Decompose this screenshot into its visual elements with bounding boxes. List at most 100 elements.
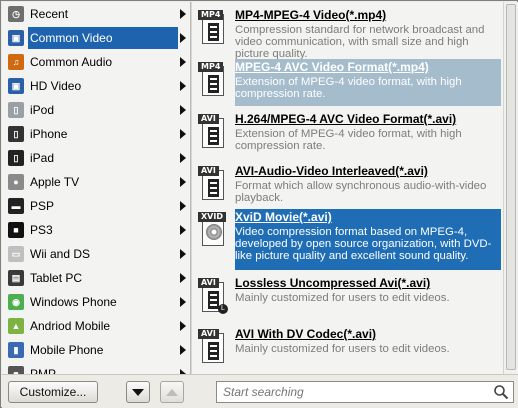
category-label: Wii and DS: [30, 247, 91, 261]
submenu-arrow-icon: [180, 273, 186, 283]
category-label: iPod: [30, 103, 55, 117]
format-title[interactable]: AVI-Audio-Video Interleaved(*.avi): [235, 164, 428, 178]
format-title[interactable]: XviD Movie(*.avi): [235, 210, 332, 224]
customize-button[interactable]: Customize...: [8, 381, 98, 403]
format-tag: AVI: [198, 114, 219, 124]
ipod-icon: ▯: [8, 102, 24, 118]
submenu-arrow-icon: [180, 297, 186, 307]
search-input[interactable]: [223, 384, 483, 400]
category-item[interactable]: ▬ PSP: [4, 195, 188, 217]
format-tag: AVI: [198, 278, 219, 288]
category-item[interactable]: ▣ HD Video: [4, 75, 188, 97]
category-item[interactable]: ▣ Common Video: [4, 27, 188, 49]
category-item[interactable]: ◷ Recent: [4, 3, 188, 25]
category-label: Common Audio: [30, 55, 113, 69]
format-description: Extension of MPEG-4 video format, with h…: [235, 128, 462, 152]
format-description: Video compression format based on MPEG-4…: [235, 226, 492, 262]
arrow-up-icon: [166, 388, 178, 396]
category-item[interactable]: ▲ Andriod Mobile: [4, 315, 188, 337]
format-item[interactable]: AVI L Lossless Uncompressed Avi(*.avi) Main…: [192, 272, 503, 324]
category-item[interactable]: ▭ Wii and DS: [4, 243, 188, 265]
format-title[interactable]: H.264/MPEG-4 AVC Video Format(*.avi): [235, 112, 456, 126]
format-list: MP4 MP4-MPEG-4 Video(*.mp4) Compression st…: [192, 2, 503, 374]
category-item[interactable]: ▯ iPhone: [4, 123, 188, 145]
category-label: iPhone: [30, 127, 68, 141]
category-label: Recent: [30, 7, 69, 21]
video-film-icon: ▣: [8, 30, 24, 46]
windows-phone-icon: ◉: [8, 294, 24, 310]
category-label: Andriod Mobile: [30, 319, 111, 333]
category-label-wrap: PMP: [28, 363, 178, 374]
category-label-wrap: Mobile Phone: [28, 339, 178, 361]
format-description: Mainly customized for users to edit vide…: [235, 292, 450, 304]
android-icon: ▲: [8, 318, 24, 334]
category-label: HD Video: [30, 79, 82, 93]
submenu-arrow-icon: [180, 129, 186, 139]
submenu-arrow-icon: [180, 81, 186, 91]
format-item[interactable]: AVI AVI With DV Codec(*.avi) Mainly custom…: [192, 323, 503, 374]
video-file-icon: MP4: [198, 10, 226, 48]
category-item[interactable]: ♫ Common Audio: [4, 51, 188, 73]
format-item[interactable]: MP4 MPEG-4 AVC Video Format(*.mp4) Extensi…: [192, 56, 503, 108]
category-label: Common Video: [30, 31, 113, 45]
category-label-wrap: PS3: [28, 219, 178, 241]
tablet-icon: ▤: [8, 270, 24, 286]
scrollbar-thumb[interactable]: [506, 4, 516, 370]
psp-icon: ▬: [8, 198, 24, 214]
format-title[interactable]: Lossless Uncompressed Avi(*.avi): [235, 276, 430, 290]
ipad-icon: ▯: [8, 150, 24, 166]
category-label-wrap: iPod: [28, 99, 178, 121]
submenu-arrow-icon: [180, 225, 186, 235]
format-item[interactable]: AVI AVI-Audio-Video Interleaved(*.avi) For…: [192, 160, 503, 212]
move-up-button[interactable]: [160, 381, 184, 403]
category-label: Tablet PC: [30, 271, 83, 285]
ps3-icon: ■: [8, 222, 24, 238]
category-item[interactable]: ▯ iPod: [4, 99, 188, 121]
video-file-icon: AVI: [198, 114, 226, 152]
move-down-button[interactable]: [126, 381, 150, 403]
format-item[interactable]: MP4 MP4-MPEG-4 Video(*.mp4) Compression st…: [192, 4, 503, 60]
category-item[interactable]: ■ PMP: [4, 363, 188, 374]
category-item[interactable]: ◉ Windows Phone: [4, 291, 188, 313]
format-tag: AVI: [198, 166, 219, 176]
category-item[interactable]: ▯ iPad: [4, 147, 188, 169]
category-item[interactable]: ● Apple TV: [4, 171, 188, 193]
category-list: ◷ Recent ▣ Common Video ♫ Common Audio ▣ HD Vid…: [2, 2, 190, 374]
mobile-phone-icon: ▮: [8, 342, 24, 358]
format-description: Compression standard for network broadca…: [235, 24, 485, 60]
category-label-wrap: Andriod Mobile: [28, 315, 178, 337]
video-file-icon: AVI L: [198, 278, 228, 316]
lossless-badge-icon: L: [218, 304, 228, 314]
category-item[interactable]: ■ PS3: [4, 219, 188, 241]
format-item[interactable]: AVI H.264/MPEG-4 AVC Video Format(*.avi) E…: [192, 108, 503, 160]
category-label-wrap: Recent: [28, 3, 178, 25]
category-label: Apple TV: [30, 175, 80, 189]
category-label: PMP: [30, 367, 57, 374]
category-item[interactable]: ▤ Tablet PC: [4, 267, 188, 289]
category-label-wrap: Common Video: [28, 27, 178, 49]
format-item[interactable]: XVID XviD Movie(*.avi) Video compression f…: [192, 206, 503, 270]
submenu-arrow-icon: [180, 9, 186, 19]
category-label: PSP: [30, 199, 55, 213]
format-title[interactable]: AVI With DV Codec(*.avi): [235, 327, 376, 341]
search-icon[interactable]: [493, 384, 509, 400]
format-tag: MP4: [198, 62, 224, 72]
category-label: PS3: [30, 223, 53, 237]
submenu-arrow-icon: [180, 249, 186, 259]
category-label-wrap: PSP: [28, 195, 178, 217]
format-list-scrollbar[interactable]: [503, 2, 518, 374]
submenu-arrow-icon: [180, 105, 186, 115]
category-item[interactable]: ▮ Mobile Phone: [4, 339, 188, 361]
submenu-arrow-icon: [180, 177, 186, 187]
hd-film-icon: ▣: [8, 78, 24, 94]
format-title[interactable]: MPEG-4 AVC Video Format(*.mp4): [235, 60, 429, 74]
video-file-icon: MP4: [198, 62, 226, 100]
submenu-arrow-icon: [180, 153, 186, 163]
iphone-icon: ▯: [8, 126, 24, 142]
category-label-wrap: iPhone: [28, 123, 178, 145]
search-box[interactable]: [216, 381, 514, 403]
format-description: Mainly customized for users to edit vide…: [235, 343, 450, 355]
bottom-toolbar: Customize...: [2, 374, 518, 408]
category-label-wrap: Tablet PC: [28, 267, 178, 289]
format-title[interactable]: MP4-MPEG-4 Video(*.mp4): [235, 8, 386, 22]
